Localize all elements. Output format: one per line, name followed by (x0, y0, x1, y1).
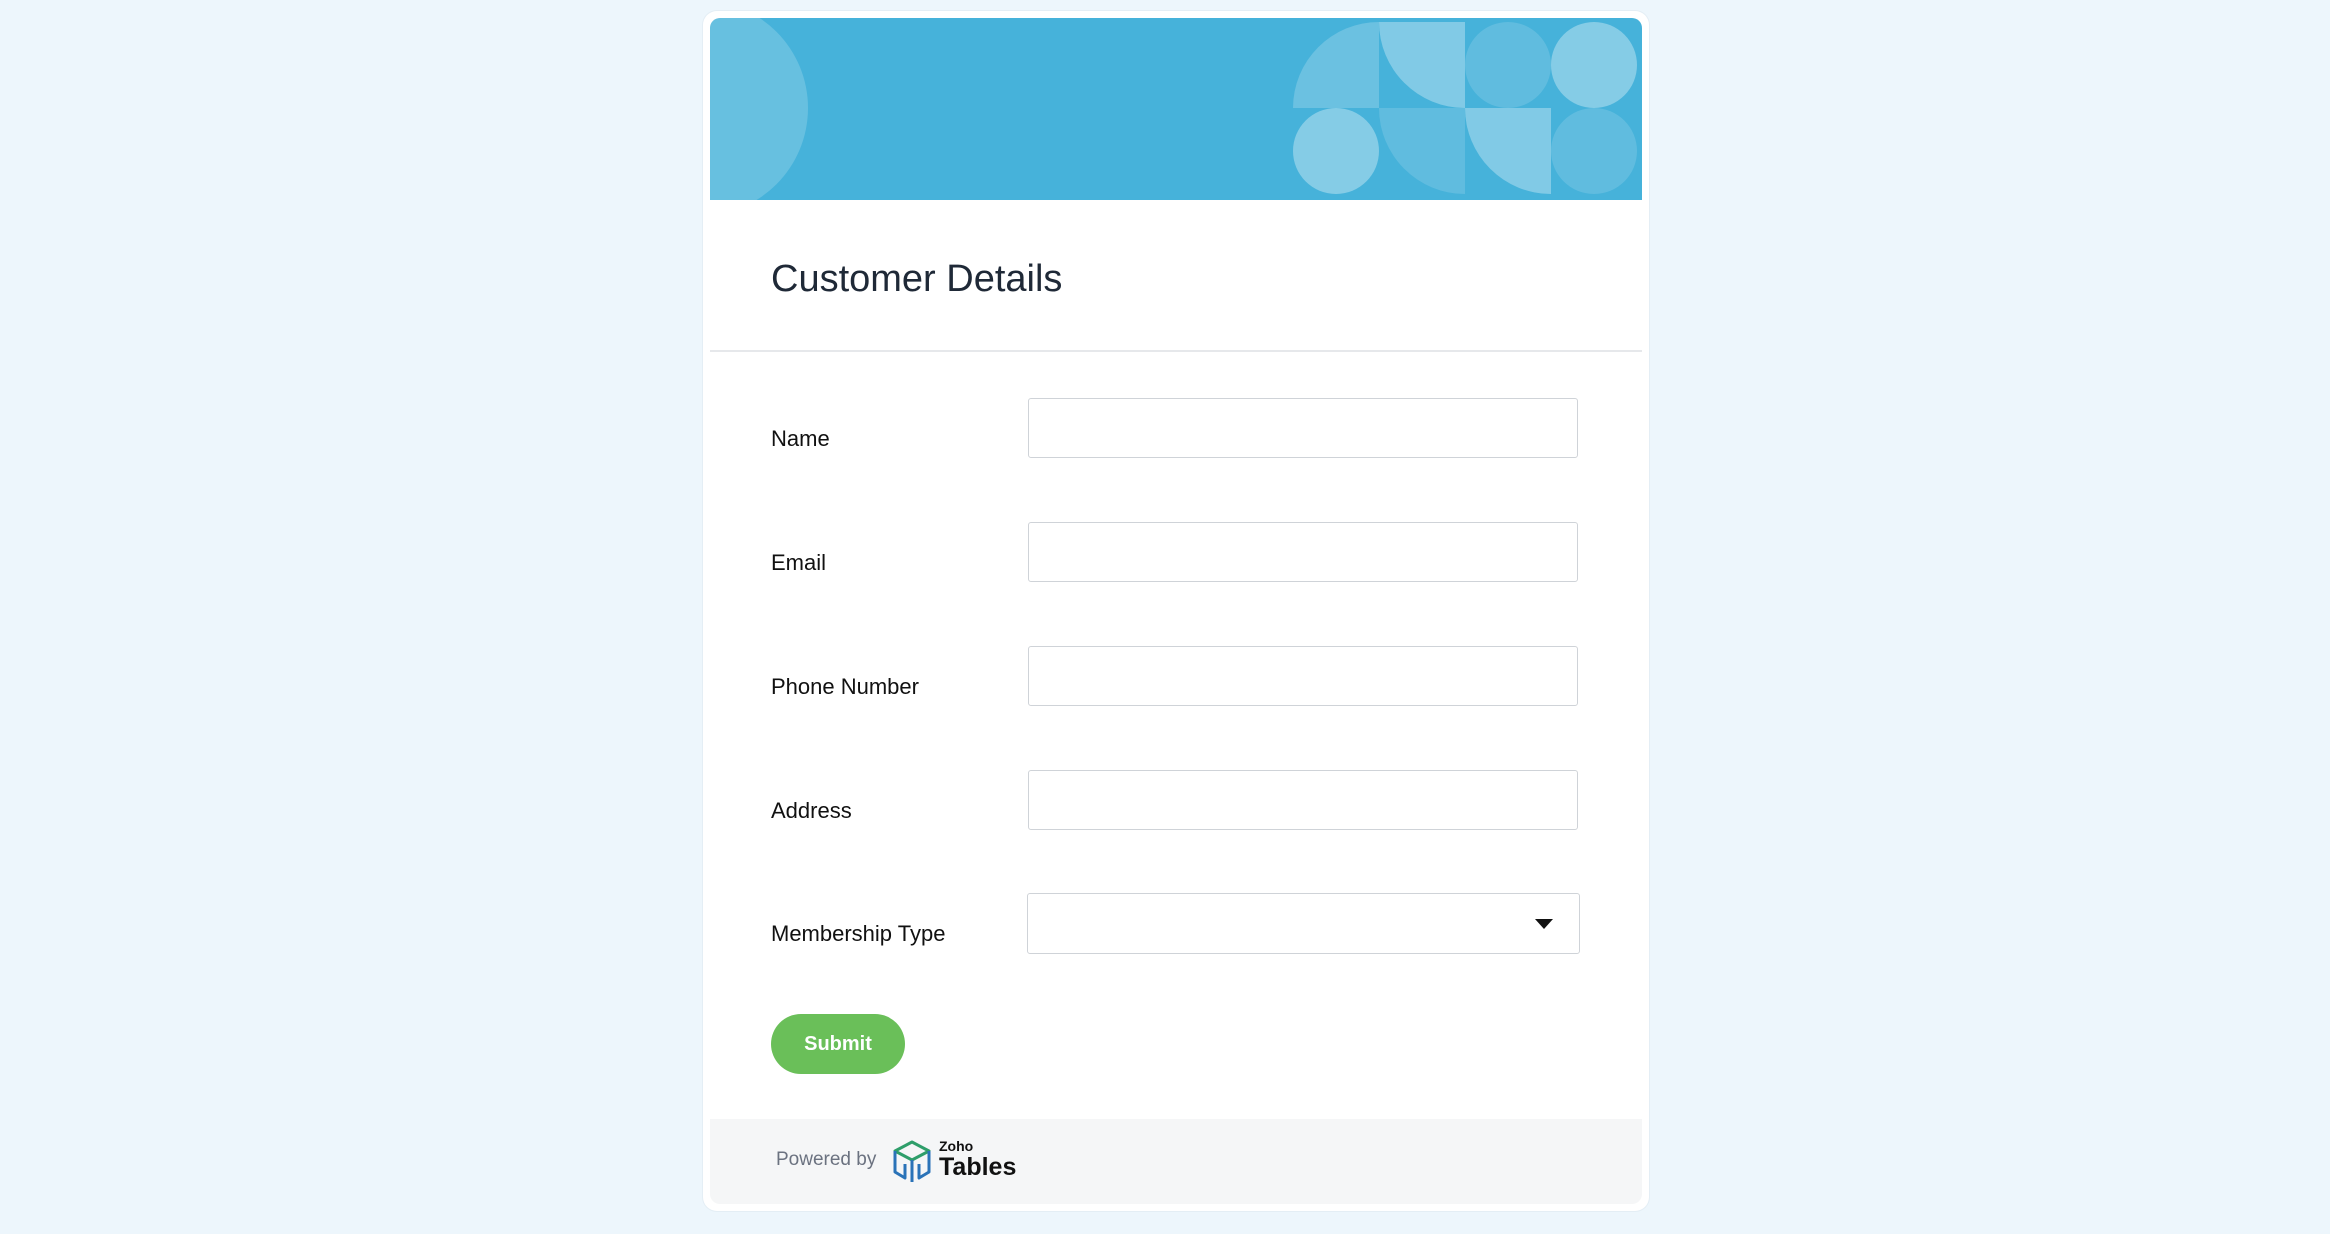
phone-number-label: Phone Number (771, 674, 919, 699)
submit-button[interactable]: Submit (771, 1014, 905, 1074)
header-divider (710, 350, 1642, 352)
name-label: Name (771, 426, 830, 451)
header-banner (710, 18, 1642, 200)
name-input[interactable] (1028, 398, 1578, 458)
membership-type-label: Membership Type (771, 921, 946, 946)
address-input[interactable] (1028, 770, 1578, 830)
zoho-tables-logo-icon (893, 1140, 931, 1182)
phone-number-input[interactable] (1028, 646, 1578, 706)
powered-by-text: Powered by (776, 1149, 877, 1170)
form-title: Customer Details (771, 258, 1063, 300)
membership-type-select[interactable] (1027, 893, 1580, 954)
banner-decoration (710, 18, 1637, 200)
footer: Powered by Zoho Tables (710, 1119, 1642, 1204)
brand-name: Tables (939, 1153, 1017, 1181)
email-input[interactable] (1028, 522, 1578, 582)
brand-name-small: Zoho (939, 1138, 974, 1154)
email-label: Email (771, 550, 827, 575)
chevron-down-icon[interactable] (1535, 919, 1553, 929)
address-label: Address (771, 798, 852, 823)
form-card: Customer Details Name Email Phone Number… (703, 11, 1649, 1211)
